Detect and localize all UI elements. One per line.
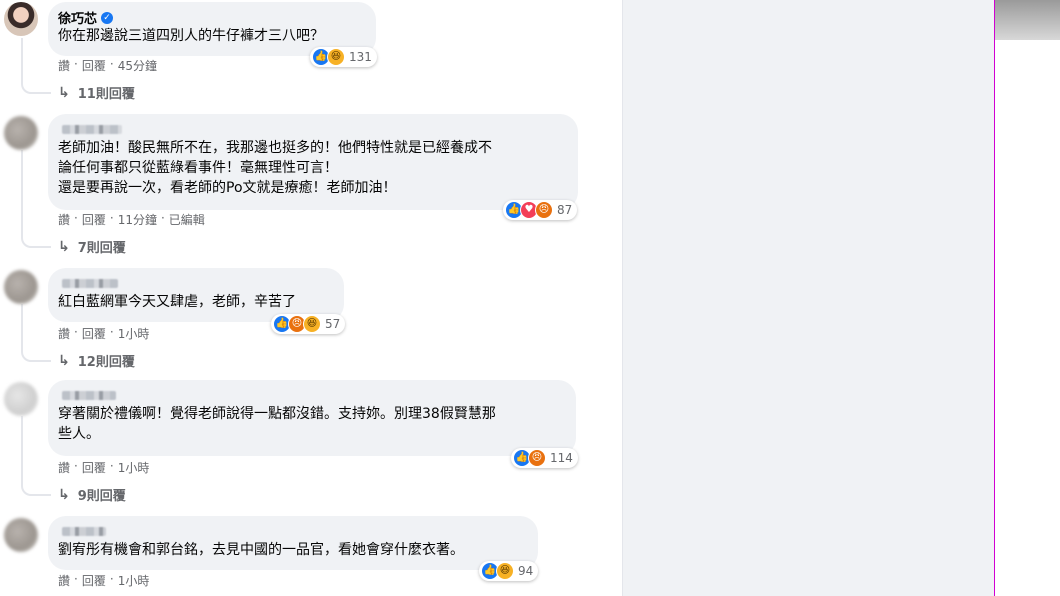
reply-link[interactable]: 回覆 bbox=[82, 459, 106, 476]
replies-count[interactable]: 11則回覆 bbox=[78, 83, 135, 102]
timestamp[interactable]: 1小時 bbox=[118, 572, 150, 589]
author-name[interactable]: 徐巧芯 bbox=[58, 8, 97, 27]
angry-icon: 😠 bbox=[535, 201, 553, 219]
reaction-count: 57 bbox=[325, 317, 341, 331]
comment-meta: 讚 · 回覆 · 1小時 bbox=[58, 572, 149, 589]
view-replies-link[interactable]: ↳ 7則回覆 bbox=[58, 237, 126, 257]
edited-label: 已編輯 bbox=[168, 213, 205, 227]
comment-meta: 讚 · 回覆 · 1小時 bbox=[58, 459, 149, 476]
view-replies-link[interactable]: ↳ 12則回覆 bbox=[58, 351, 135, 371]
like-link[interactable]: 讚 bbox=[58, 211, 70, 228]
separator: · bbox=[74, 325, 78, 339]
replies-count[interactable]: 12則回覆 bbox=[78, 351, 135, 370]
blurred-name bbox=[62, 391, 116, 400]
comment-bubble: 穿著關於禮儀啊！覺得老師說得一點都沒錯。支持妳。別理38假賢慧那 些人。 bbox=[48, 380, 576, 456]
comment-bubble: 老師加油！酸民無所不在，我那邊也挺多的！他們特性就是已經養成不 論任何事都只從藍… bbox=[48, 114, 578, 210]
comment-feed: 徐巧芯 ✓ 你在那邊說三道四別人的牛仔褲才三八吧？ 👍 😆 131 讚 · 回覆… bbox=[0, 0, 622, 596]
comment-meta: 讚 · 回覆 · 11分鐘 · 已編輯 bbox=[58, 211, 205, 228]
reaction-count: 114 bbox=[550, 451, 573, 465]
corner-shade bbox=[995, 0, 1060, 40]
comment-author[interactable] bbox=[58, 387, 564, 404]
blurred-name bbox=[62, 527, 106, 536]
separator: · bbox=[109, 57, 114, 71]
reply-arrow-icon: ↳ bbox=[58, 352, 70, 369]
timestamp[interactable]: 11分鐘 bbox=[118, 211, 157, 228]
reply-connector bbox=[21, 480, 51, 496]
reaction-count: 94 bbox=[518, 564, 534, 578]
reply-connector bbox=[21, 78, 51, 94]
right-edge-strip bbox=[995, 0, 1060, 596]
haha-icon: 😆 bbox=[327, 48, 345, 66]
separator: · bbox=[109, 459, 114, 473]
separator: · bbox=[74, 459, 78, 473]
comment-meta: 讚 · 回覆 · 1小時 bbox=[58, 325, 149, 342]
avatar[interactable] bbox=[4, 270, 38, 304]
reaction-count: 131 bbox=[349, 50, 372, 64]
blurred-name bbox=[62, 279, 118, 288]
comment-text: 你在那邊說三道四別人的牛仔褲才三八吧？ bbox=[58, 28, 324, 44]
comment-author[interactable] bbox=[58, 121, 566, 138]
comment-text: 劉宥彤有機會和郭台銘，去見中國的一品官，看她會穿什麼衣著。 bbox=[58, 542, 464, 558]
view-replies-link[interactable]: ↳ 9則回覆 bbox=[58, 485, 126, 505]
reply-link[interactable]: 回覆 bbox=[82, 211, 106, 228]
separator: · bbox=[74, 211, 78, 225]
separator: · bbox=[74, 57, 78, 71]
thread-line bbox=[21, 150, 23, 236]
reaction-summary[interactable]: 👍 ♥ 😠 87 bbox=[503, 200, 578, 220]
like-link[interactable]: 讚 bbox=[58, 325, 70, 342]
reaction-summary[interactable]: 👍 😆 94 bbox=[479, 561, 539, 581]
timestamp[interactable]: 45分鐘 bbox=[118, 57, 157, 74]
timestamp[interactable]: 1小時 bbox=[118, 325, 150, 342]
side-panel bbox=[622, 0, 995, 596]
reply-arrow-icon: ↳ bbox=[58, 238, 70, 255]
comment-bubble: 劉宥彤有機會和郭台銘，去見中國的一品官，看她會穿什麼衣著。 bbox=[48, 516, 538, 570]
reply-connector bbox=[21, 232, 51, 248]
haha-icon: 😆 bbox=[496, 562, 514, 580]
avatar[interactable] bbox=[4, 116, 38, 150]
reply-link[interactable]: 回覆 bbox=[82, 572, 106, 589]
like-link[interactable]: 讚 bbox=[58, 57, 70, 74]
view-replies-link[interactable]: ↳ 11則回覆 bbox=[58, 83, 135, 103]
reaction-summary[interactable]: 👍 😆 131 bbox=[310, 47, 377, 67]
thread-line bbox=[21, 304, 23, 350]
avatar[interactable] bbox=[4, 2, 38, 36]
comment-author[interactable]: 徐巧芯 ✓ bbox=[58, 8, 364, 27]
avatar[interactable] bbox=[4, 382, 38, 416]
comment-author[interactable] bbox=[58, 523, 526, 540]
reply-arrow-icon: ↳ bbox=[58, 486, 70, 503]
angry-icon: 😠 bbox=[528, 449, 546, 467]
reply-link[interactable]: 回覆 bbox=[82, 325, 106, 342]
reaction-summary[interactable]: 👍 😠 😆 57 bbox=[271, 314, 346, 334]
thread-line bbox=[21, 38, 23, 82]
comment-text: 紅白藍網軍今天又肆虐，老師，辛苦了 bbox=[58, 294, 296, 310]
separator: · bbox=[74, 572, 78, 586]
comment-meta: 讚 · 回覆 · 45分鐘 bbox=[58, 57, 157, 74]
replies-count[interactable]: 9則回覆 bbox=[78, 485, 126, 504]
thread-line bbox=[21, 416, 23, 484]
replies-count[interactable]: 7則回覆 bbox=[78, 237, 126, 256]
like-link[interactable]: 讚 bbox=[58, 459, 70, 476]
separator: · bbox=[160, 211, 165, 225]
reaction-summary[interactable]: 👍 😠 114 bbox=[511, 448, 578, 468]
comment-author[interactable] bbox=[58, 275, 332, 292]
timestamp[interactable]: 1小時 bbox=[118, 459, 150, 476]
like-link[interactable]: 讚 bbox=[58, 572, 70, 589]
haha-icon: 😆 bbox=[303, 315, 321, 333]
blurred-name bbox=[62, 125, 122, 134]
comment-text: 老師加油！酸民無所不在，我那邊也挺多的！他們特性就是已經養成不 論任何事都只從藍… bbox=[58, 140, 492, 196]
separator: · bbox=[109, 211, 114, 225]
separator: · bbox=[109, 572, 114, 586]
reply-link[interactable]: 回覆 bbox=[82, 57, 106, 74]
reaction-count: 87 bbox=[557, 203, 573, 217]
avatar[interactable] bbox=[4, 518, 38, 552]
comment-text: 穿著關於禮儀啊！覺得老師說得一點都沒錯。支持妳。別理38假賢慧那 些人。 bbox=[58, 406, 496, 442]
separator: · bbox=[109, 325, 114, 339]
verified-badge-icon: ✓ bbox=[101, 11, 114, 24]
reply-connector bbox=[21, 346, 51, 362]
reply-arrow-icon: ↳ bbox=[58, 84, 70, 101]
